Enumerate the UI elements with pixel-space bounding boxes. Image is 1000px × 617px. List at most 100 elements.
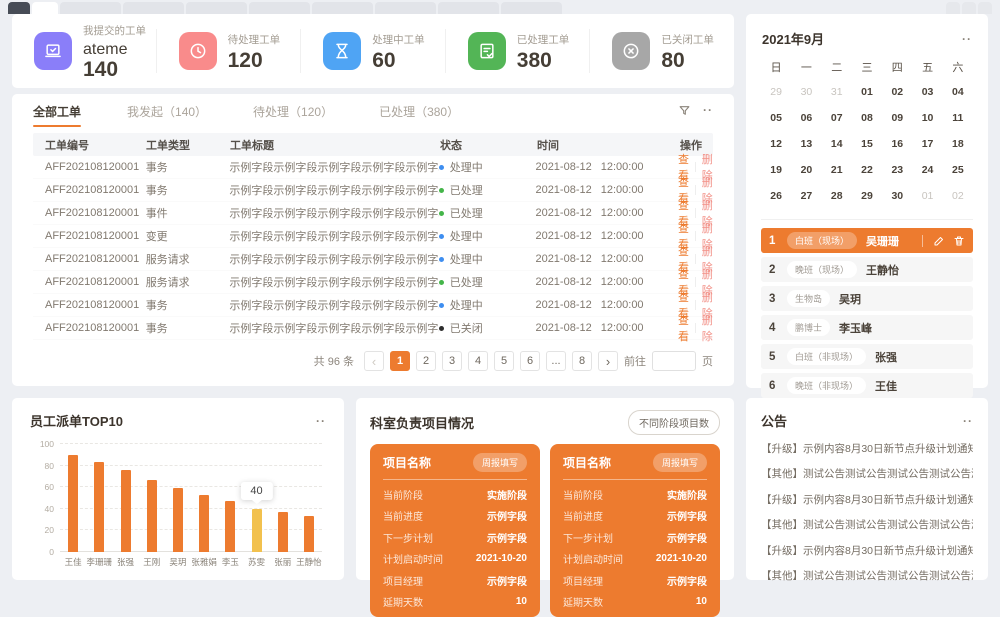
notice-item[interactable]: 【其他】测试公告测试公告测试公告测试公告测试公告 <box>761 466 973 481</box>
workorder-tab[interactable]: 待处理（120） <box>253 94 333 129</box>
calendar-day[interactable]: 18 今天 <box>943 131 973 157</box>
calendar-day[interactable]: 15 今天 <box>852 131 882 157</box>
schedule-item[interactable]: 4 鹏博士 李玉峰 <box>761 315 973 340</box>
chart-bar[interactable] <box>94 462 104 552</box>
calendar-day[interactable]: 23 今天 <box>882 157 912 183</box>
calendar-day[interactable]: 20 今天 <box>791 157 821 183</box>
notice-item[interactable]: 【升级】示例内容8月30日新节点升级计划通知 <box>761 543 973 558</box>
workorder-tab[interactable]: 已处理（380） <box>379 94 459 129</box>
schedule-item[interactable]: 2 晚班（现场） 王静怡 <box>761 257 973 282</box>
chevron-left-icon[interactable] <box>364 351 384 371</box>
page-button[interactable]: 8 <box>572 351 592 371</box>
notice-item[interactable]: 【其他】测试公告测试公告测试公告测试公告测试公告 <box>761 517 973 532</box>
schedule-item[interactable]: 1 白班（现场） 吴珊珊 <box>761 228 973 253</box>
calendar-day[interactable]: 13 今天 <box>791 131 821 157</box>
calendar-day[interactable]: 28 今天 <box>822 183 852 209</box>
chart-bar[interactable] <box>304 516 314 552</box>
calendar-day[interactable]: 08 今天 <box>852 105 882 131</box>
calendar-day[interactable]: 30 今天 <box>882 183 912 209</box>
top-tab[interactable] <box>375 2 436 14</box>
calendar-day[interactable]: 25 今天 <box>943 157 973 183</box>
weekly-report-button[interactable]: 周报填写 <box>653 453 707 472</box>
top-tab[interactable] <box>8 2 30 14</box>
project-card[interactable]: 项目名称 周报填写 当前阶段 实施阶段 当前进度 示例字段 下一步计划 示例字段 <box>370 444 540 617</box>
page-button[interactable]: 4 <box>468 351 488 371</box>
top-tab[interactable] <box>123 2 184 14</box>
chart-bar[interactable] <box>225 501 235 552</box>
calendar-day[interactable]: 26 今天 <box>761 183 791 209</box>
more-icon[interactable] <box>962 32 972 46</box>
calendar-day[interactable]: 11 今天 <box>943 105 973 131</box>
view-link[interactable]: 查看 <box>678 312 689 344</box>
calendar-day[interactable]: 03 今天 <box>912 79 942 105</box>
calendar-day[interactable]: 02 今天 <box>882 79 912 105</box>
top-tab-control[interactable] <box>978 2 992 14</box>
chart-bar[interactable] <box>199 495 209 552</box>
chart-bar[interactable] <box>121 470 131 552</box>
table-row[interactable]: AFF202108120001 事务 示例字段示例字段示例字段示例字段示例字段 … <box>33 156 713 179</box>
calendar-day[interactable]: 01 今天 <box>852 79 882 105</box>
project-card[interactable]: 项目名称 周报填写 当前阶段 实施阶段 当前进度 示例字段 下一步计划 示例字段 <box>550 444 720 617</box>
calendar-day[interactable]: 10 今天 <box>912 105 942 131</box>
table-row[interactable]: AFF202108120001 变更 示例字段示例字段示例字段示例字段示例字段 … <box>33 225 713 248</box>
calendar-day[interactable]: 07 今天 <box>822 105 852 131</box>
calendar-day[interactable]: 22 今天 <box>852 157 882 183</box>
workorder-tab[interactable]: 我发起（140） <box>127 94 207 129</box>
calendar-day[interactable]: 27 今天 <box>791 183 821 209</box>
notice-item[interactable]: 【升级】示例内容8月30日新节点升级计划通知 <box>761 492 973 507</box>
top-tab[interactable] <box>501 2 562 14</box>
table-row[interactable]: AFF202108120001 服务请求 示例字段示例字段示例字段示例字段示例字… <box>33 248 713 271</box>
delete-link[interactable]: 删除 <box>702 312 713 344</box>
calendar-day[interactable]: 04 今天 <box>943 79 973 105</box>
more-icon[interactable] <box>963 414 973 428</box>
top-tab-control[interactable] <box>946 2 960 14</box>
schedule-item[interactable]: 5 白班（非现场） 张强 <box>761 344 973 369</box>
table-row[interactable]: AFF202108120001 服务请求 示例字段示例字段示例字段示例字段示例字… <box>33 271 713 294</box>
top-tab[interactable] <box>312 2 373 14</box>
calendar-day[interactable]: 09 今天 <box>882 105 912 131</box>
table-row[interactable]: AFF202108120001 事务 示例字段示例字段示例字段示例字段示例字段 … <box>33 317 713 340</box>
top-tab[interactable] <box>32 2 58 14</box>
schedule-item[interactable]: 6 晚班（非现场） 王佳 <box>761 373 973 398</box>
top-tab-control[interactable] <box>962 2 976 14</box>
workorder-tab[interactable]: 全部工单 <box>33 94 81 129</box>
table-row[interactable]: AFF202108120001 事件 示例字段示例字段示例字段示例字段示例字段 … <box>33 202 713 225</box>
chart-bar[interactable] <box>278 512 288 552</box>
top-tab[interactable] <box>249 2 310 14</box>
calendar-day[interactable]: 06 今天 <box>791 105 821 131</box>
calendar-day[interactable]: 30 今天 <box>791 79 821 105</box>
top-tab[interactable] <box>438 2 499 14</box>
calendar-day[interactable]: 12 今天 <box>761 131 791 157</box>
page-button[interactable]: 2 <box>416 351 436 371</box>
page-button[interactable]: ... <box>546 351 566 371</box>
weekly-report-button[interactable]: 周报填写 <box>473 453 527 472</box>
goto-page-input[interactable] <box>652 351 696 371</box>
stage-count-button[interactable]: 不同阶段项目数 <box>628 410 720 435</box>
table-row[interactable]: AFF202108120001 事务 示例字段示例字段示例字段示例字段示例字段 … <box>33 179 713 202</box>
top-tab[interactable] <box>60 2 121 14</box>
calendar-day[interactable]: 14 今天 <box>822 131 852 157</box>
more-icon[interactable] <box>703 103 713 117</box>
calendar-day[interactable]: 16 今天 <box>882 131 912 157</box>
top-tab[interactable] <box>186 2 247 14</box>
table-row[interactable]: AFF202108120001 事务 示例字段示例字段示例字段示例字段示例字段 … <box>33 294 713 317</box>
page-button[interactable]: 5 <box>494 351 514 371</box>
page-button[interactable]: 1 <box>390 351 410 371</box>
chevron-right-icon[interactable] <box>598 351 618 371</box>
calendar-day[interactable]: 01 今天 <box>912 183 942 209</box>
page-button[interactable]: 6 <box>520 351 540 371</box>
chart-bar[interactable] <box>68 455 78 552</box>
filter-icon[interactable] <box>678 104 691 117</box>
notice-item[interactable]: 【升级】示例内容8月30日新节点升级计划通知 <box>761 441 973 456</box>
more-icon[interactable] <box>316 414 326 428</box>
calendar-day[interactable]: 31 今天 <box>822 79 852 105</box>
calendar-day[interactable]: 05 今天 <box>761 105 791 131</box>
chart-bar[interactable] <box>147 480 157 552</box>
trash-icon[interactable] <box>953 235 965 247</box>
calendar-day[interactable]: 19 今天 <box>761 157 791 183</box>
notice-item[interactable]: 【其他】测试公告测试公告测试公告测试公告测试公告 <box>761 568 973 583</box>
calendar-day[interactable]: 21 今天 <box>822 157 852 183</box>
calendar-day[interactable]: 17 今天 <box>912 131 942 157</box>
calendar-day[interactable]: 29 今天 <box>852 183 882 209</box>
calendar-day[interactable]: 29 今天 <box>761 79 791 105</box>
